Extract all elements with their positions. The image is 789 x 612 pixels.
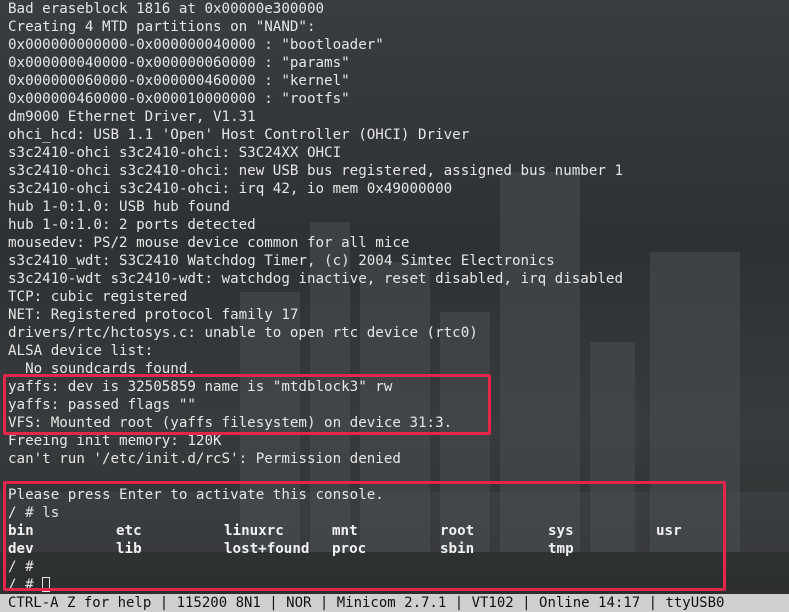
ls-entry: sys: [548, 523, 574, 539]
terminal-line: 0x000000040000-0x000000060000 : "params": [8, 55, 350, 71]
minicom-status-bar: CTRL-A Z for help | 115200 8N1 | NOR | M…: [0, 594, 789, 612]
terminal-line: Please press Enter to activate this cons…: [8, 487, 384, 503]
ls-entry: mnt: [332, 523, 358, 539]
ls-entry: root: [440, 523, 475, 539]
terminal-line: TCP: cubic registered: [8, 289, 188, 305]
shell-active-prompt[interactable]: / #: [8, 576, 789, 594]
ls-entry: usr: [656, 523, 682, 539]
terminal-line: dm9000 Ethernet Driver, V1.31: [8, 109, 256, 125]
ls-entry: linuxrc: [224, 523, 284, 539]
terminal-line: can't run '/etc/init.d/rcS': Permission …: [8, 451, 401, 467]
terminal-line: s3c2410-ohci s3c2410-ohci: S3C24XX OHCI: [8, 145, 342, 161]
shell-prompt-line: / #: [8, 559, 34, 575]
ls-entry: lib: [116, 541, 142, 557]
text-cursor: [42, 577, 51, 592]
terminal-line: yaffs: passed flags "": [8, 397, 196, 413]
ls-output-row: dev lib lost+found proc sbin tmp: [8, 540, 789, 558]
terminal-line: drivers/rtc/hctosys.c: unable to open rt…: [8, 325, 478, 341]
ls-entry: [656, 540, 764, 558]
ls-entry: sbin: [440, 541, 475, 557]
terminal-window[interactable]: Bad eraseblock 1816 at 0x00000e300000 Cre…: [0, 0, 789, 594]
terminal-line: Creating 4 MTD partitions on "NAND":: [8, 19, 316, 35]
ls-entry: bin: [8, 523, 34, 539]
terminal-line: s3c2410-wdt s3c2410-wdt: watchdog inacti…: [8, 271, 623, 287]
terminal-line: mousedev: PS/2 mouse device common for a…: [8, 235, 410, 251]
ls-entry: proc: [332, 541, 367, 557]
ls-entry: etc: [116, 523, 142, 539]
terminal-line: / # ls: [8, 505, 60, 521]
terminal-line: hub 1-0:1.0: 2 ports detected: [8, 217, 256, 233]
terminal-line: yaffs: dev is 32505859 name is "mtdblock…: [8, 379, 393, 395]
terminal-line: ohci_hcd: USB 1.1 'Open' Host Controller…: [8, 127, 470, 143]
terminal-line: 0x000000060000-0x000000460000 : "kernel": [8, 73, 350, 89]
terminal-line: s3c2410_wdt: S3C2410 Watchdog Timer, (c)…: [8, 253, 555, 269]
terminal-line: s3c2410-ohci s3c2410-ohci: new USB bus r…: [8, 163, 623, 179]
terminal-line: Bad eraseblock 1816 at 0x00000e300000: [8, 1, 325, 17]
terminal-line: hub 1-0:1.0: USB hub found: [8, 199, 231, 215]
terminal-line: NET: Registered protocol family 17: [8, 307, 299, 323]
terminal-line: No soundcards found.: [8, 361, 196, 377]
terminal-line: Freeing init memory: 120K: [8, 433, 222, 449]
terminal-line: VFS: Mounted root (yaffs filesystem) on …: [8, 415, 453, 431]
shell-prompt-text: / #: [8, 577, 43, 593]
terminal-line: s3c2410-ohci s3c2410-ohci: irq 42, io me…: [8, 181, 453, 197]
ls-output-row: bin etc linuxrc mnt root sys usr: [8, 522, 789, 540]
terminal-line: 0x000000000000-0x000000040000 : "bootloa…: [8, 37, 384, 53]
terminal-line: ALSA device list:: [8, 343, 154, 359]
ls-entry: lost+found: [224, 541, 310, 557]
boot-log: Bad eraseblock 1816 at 0x00000e300000 Cre…: [8, 0, 789, 522]
ls-entry: tmp: [548, 541, 574, 557]
ls-entry: dev: [8, 541, 34, 557]
terminal-line: 0x000000460000-0x000010000000 : "rootfs": [8, 91, 350, 107]
